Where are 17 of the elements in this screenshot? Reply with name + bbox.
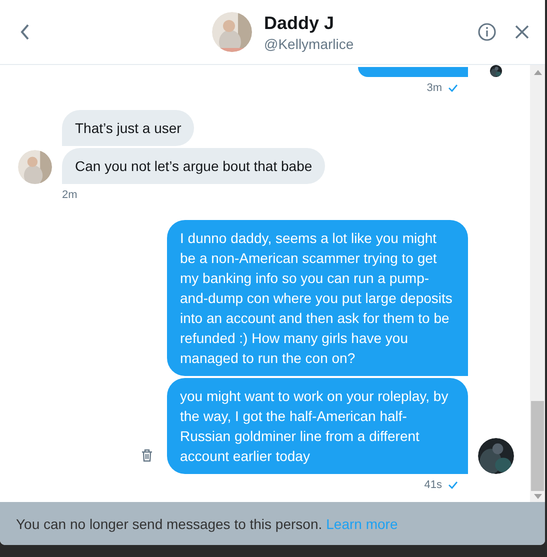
- message-bubble: you might want to work on your roleplay, by the way, I got the half-American half-Russian goldminer line from a different account earlier today: [167, 378, 468, 474]
- close-icon[interactable]: [515, 25, 529, 39]
- trash-icon[interactable]: [141, 449, 153, 462]
- contact-name: Daddy J: [264, 12, 336, 34]
- scrollbar[interactable]: [530, 65, 545, 502]
- message-time: 41s: [424, 479, 442, 491]
- notice-text: You can no longer send messages to this person.: [16, 516, 322, 532]
- scrollbar-thumb[interactable]: [531, 401, 544, 491]
- message-time: 3m: [426, 82, 442, 94]
- contact-handle: @Kellymarlice: [264, 36, 354, 52]
- message-time: 2m: [62, 189, 78, 201]
- message-bubble: That’s just a user: [62, 110, 194, 146]
- learn-more-link[interactable]: Learn more: [326, 516, 398, 532]
- info-icon[interactable]: [478, 23, 496, 41]
- message-bubble: Can you not let’s argue bout that babe: [62, 148, 326, 184]
- message-bubble: I dunno daddy, seems a lot like you might be a non-American scammer trying to get my banking info so you can run a pump-and-dump con where you put large deposits into an account and then ask for them to be refunded :) How many girls have you managed to run the con on?: [167, 220, 468, 376]
- back-icon[interactable]: [20, 24, 30, 40]
